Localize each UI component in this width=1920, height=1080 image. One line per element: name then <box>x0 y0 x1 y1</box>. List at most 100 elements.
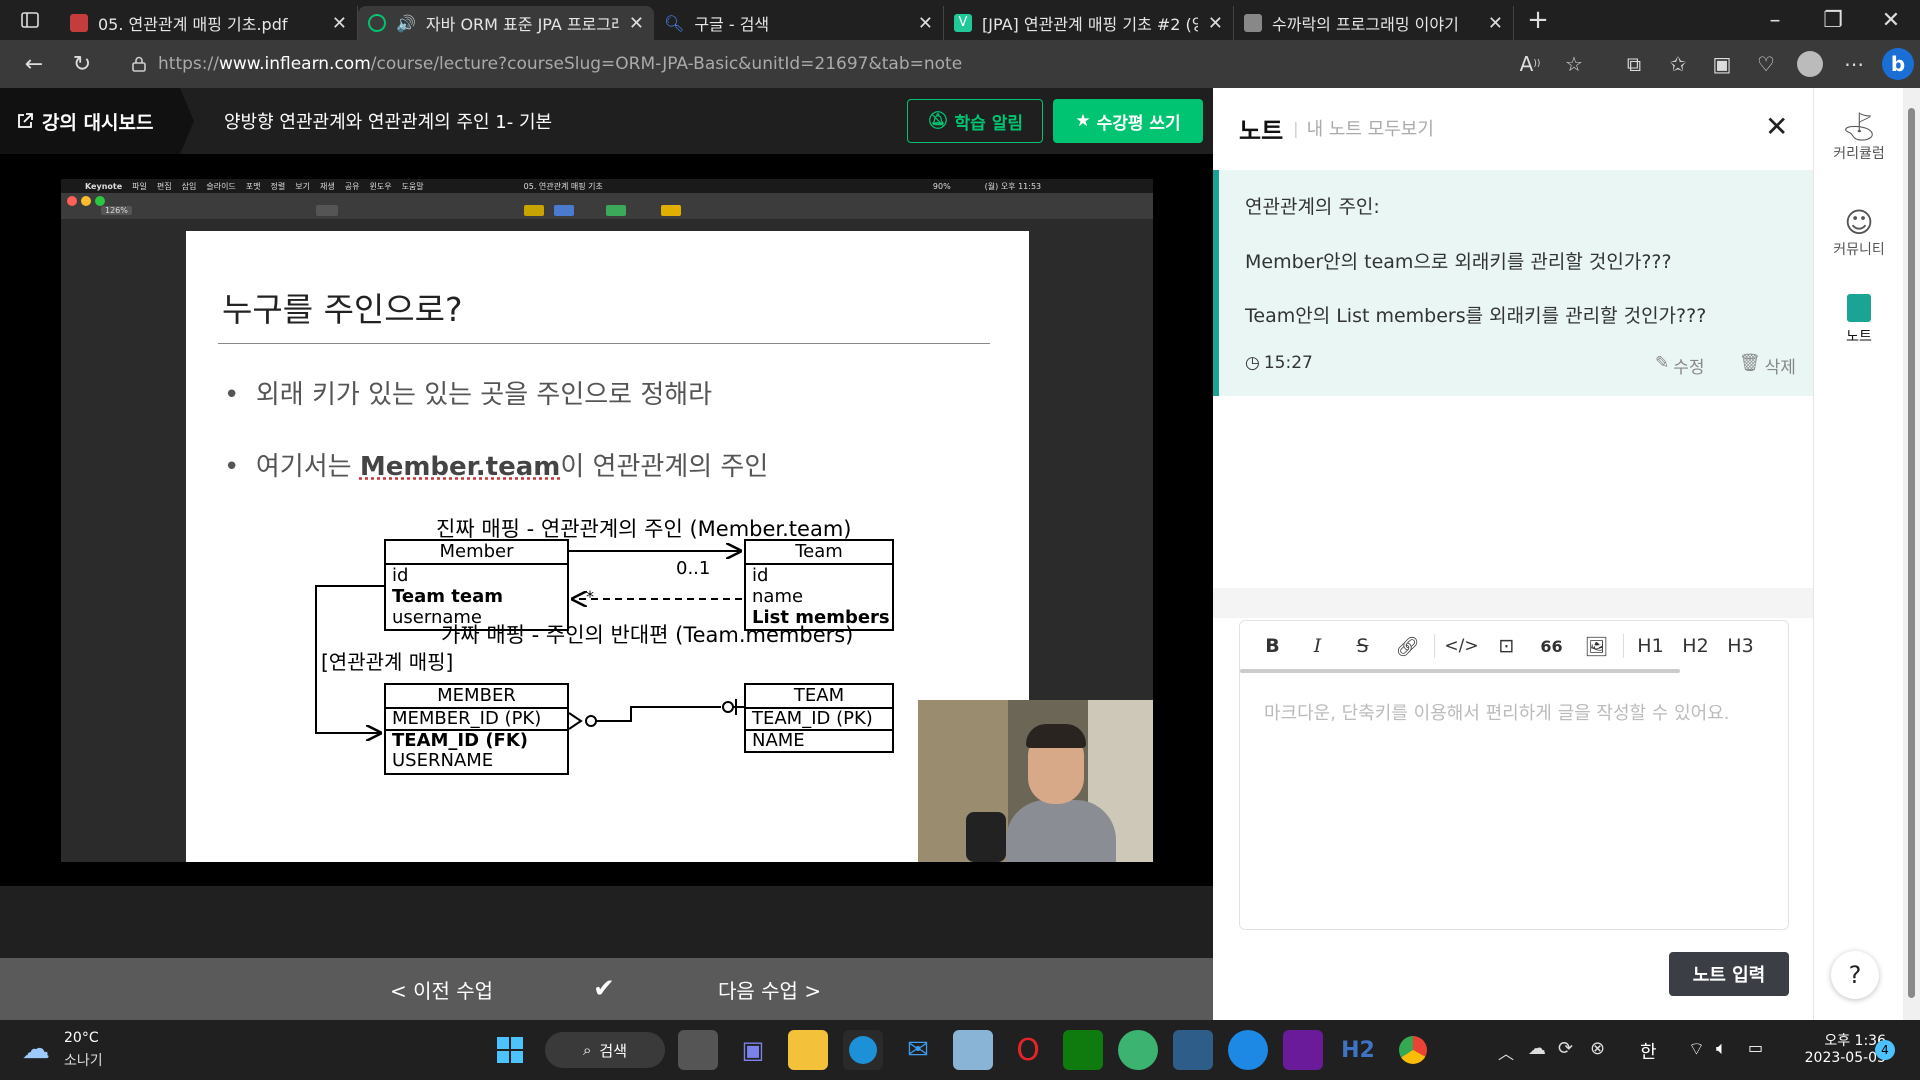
editor-placeholder[interactable]: 마크다운, 단축키를 이용해서 편리하게 글을 작성할 수 있어요. <box>1264 697 1764 731</box>
sync-icon[interactable]: ⟳ <box>1558 1038 1573 1059</box>
h3-button[interactable]: H3 <box>1718 626 1763 666</box>
edit-note-button[interactable]: ✎ 수정 <box>1655 353 1705 378</box>
edge-icon[interactable] <box>843 1030 883 1070</box>
tab-google[interactable]: 🔍︎ 구글 - 검색 ✕ <box>654 6 944 40</box>
cloud-icon[interactable]: ☁ <box>1528 1038 1546 1059</box>
tab-actions-icon[interactable] <box>0 0 60 40</box>
speaker-icon[interactable]: 🔊 <box>396 14 416 33</box>
tab-inflearn[interactable]: 🔊 자바 ORM 표준 JPA 프로그래 ✕ <box>358 6 654 40</box>
divider: | <box>1293 118 1299 138</box>
prev-lesson-button[interactable]: < 이전 수업 <box>390 975 493 1004</box>
refresh-button[interactable]: ↻ <box>58 44 106 84</box>
task-view-icon[interactable] <box>678 1030 718 1070</box>
close-tab-icon[interactable]: ✕ <box>1208 13 1223 34</box>
quote-button[interactable]: 66 <box>1529 626 1574 666</box>
chatgpt-icon[interactable] <box>1118 1030 1158 1070</box>
minimize-button[interactable]: – <box>1746 0 1804 40</box>
strikethrough-button[interactable]: S <box>1340 626 1385 666</box>
h1-button[interactable]: H1 <box>1628 626 1673 666</box>
image-icon[interactable]: 🖼︎ <box>1574 626 1619 666</box>
delete-note-button[interactable]: 🗑︎ 삭제 <box>1739 353 1796 378</box>
submit-note-button[interactable]: 노트 입력 <box>1669 952 1789 996</box>
battery-icon[interactable]: ▭ <box>1748 1038 1763 1057</box>
restore-button[interactable]: ❐ <box>1804 0 1862 40</box>
intellij-icon[interactable] <box>1283 1030 1323 1070</box>
close-tab-icon[interactable]: ✕ <box>1488 13 1503 34</box>
favorites-icon[interactable]: ✩ <box>1656 44 1700 84</box>
clock-date[interactable]: 2023-05-05 <box>1786 1050 1886 1066</box>
code-block-icon[interactable]: ⊡ <box>1484 626 1529 666</box>
tab-velog[interactable]: V [JPA] 연관관계 매핑 기초 #2 (양 ✕ <box>944 6 1234 40</box>
tab-label: 05. 연관관계 매핑 기초.pdf <box>98 15 288 34</box>
tab-label: 수까락의 프로그래밍 이야기 <box>1272 15 1459 34</box>
write-review-label: 수강평 쓰기 <box>1096 113 1181 134</box>
teams-icon[interactable]: ▣ <box>733 1030 773 1070</box>
bing-icon[interactable]: b <box>1876 44 1920 84</box>
close-tab-icon[interactable]: ✕ <box>332 13 347 34</box>
toolbar-scrollbar[interactable] <box>1240 669 1680 673</box>
sidebar-item-curriculum[interactable]: ⛳︎ 커리큘럼 <box>1814 110 1904 163</box>
health-icon[interactable]: ♡ <box>1744 44 1788 84</box>
keynote-menubar: Keynote 파일 편집 삽입 슬라이드 포맷 정렬 보기 재생 공유 윈도우… <box>61 179 1153 193</box>
keynote-menu-item: 보기 <box>295 181 310 191</box>
ime-indicator[interactable]: 한 <box>1640 1038 1657 1064</box>
weather-desc: 소나기 <box>64 1053 103 1069</box>
next-lesson-button[interactable]: 다음 수업 > <box>718 975 821 1004</box>
close-window-button[interactable]: ✕ <box>1862 0 1920 40</box>
note-editor: B I S 🔗︎ </> ⊡ 66 🖼︎ H1 H2 H3 마크다운, 단축키를… <box>1239 620 1789 930</box>
dashboard-link[interactable]: 강의 대시보드 <box>0 88 180 154</box>
clock-time[interactable]: 오후 1:36 <box>1786 1030 1886 1050</box>
paint-icon[interactable] <box>1173 1030 1213 1070</box>
wifi-icon[interactable]: ⌔ <box>1688 1038 1705 1061</box>
notification-badge[interactable]: 4 <box>1875 1040 1895 1060</box>
close-tab-icon[interactable]: ✕ <box>918 13 933 34</box>
page-scrollbar[interactable] <box>1903 88 1920 1020</box>
view-all-notes-link[interactable]: 내 노트 모두보기 <box>1307 115 1434 141</box>
keynote-clock: (월) 오후 11:53 <box>984 181 1042 191</box>
file-explorer-icon[interactable] <box>788 1030 828 1070</box>
close-icon[interactable]: ✕ <box>1765 110 1788 143</box>
photos-icon[interactable] <box>953 1030 993 1070</box>
status-x-icon[interactable]: ⊗ <box>1590 1038 1605 1059</box>
tab-blog[interactable]: 수까락의 프로그래밍 이야기 ✕ <box>1234 6 1514 40</box>
read-aloud-icon[interactable]: A)) <box>1508 44 1552 84</box>
chrome-icon[interactable] <box>1393 1030 1433 1070</box>
address-bar[interactable]: https://www.inflearn.com/course/lecture?… <box>118 46 1378 82</box>
new-tab-button[interactable]: + <box>1514 0 1562 40</box>
opera-icon[interactable]: O <box>1008 1030 1048 1070</box>
weather-icon[interactable]: ☁ <box>22 1032 50 1065</box>
profile-avatar[interactable] <box>1788 44 1832 84</box>
delete-label: 삭제 <box>1764 358 1796 378</box>
collections-icon[interactable]: ▣ <box>1700 44 1744 84</box>
scrollbar-thumb[interactable] <box>1908 108 1915 998</box>
note-timestamp[interactable]: ◷ 15:27 <box>1245 353 1313 373</box>
more-icon[interactable]: ⋯ <box>1832 44 1876 84</box>
complete-check-icon[interactable]: ✔ <box>593 974 615 1004</box>
volume-icon[interactable]: 🔈︎ <box>1716 1038 1727 1059</box>
sidebar-item-label: 노트 <box>1846 329 1872 345</box>
bluetooth-app-icon[interactable] <box>1228 1030 1268 1070</box>
bold-button[interactable]: B <box>1250 626 1295 666</box>
back-button[interactable]: ← <box>10 44 58 84</box>
study-alert-button[interactable]: 🔕︎ 학습 알림 <box>907 99 1043 143</box>
link-icon[interactable]: 🔗︎ <box>1385 626 1430 666</box>
keynote-menu-item: 삽입 <box>181 181 197 191</box>
tab-pdf[interactable]: 05. 연관관계 매핑 기초.pdf ✕ <box>60 6 358 40</box>
tray-overflow-icon[interactable]: ︿ <box>1498 1040 1514 1064</box>
code-button[interactable]: </> <box>1439 626 1484 666</box>
sidebar-item-notes[interactable]: 노트 <box>1814 294 1904 346</box>
tab-label: 자바 ORM 표준 JPA 프로그래 <box>425 15 619 34</box>
h2-database-icon[interactable]: H2 <box>1338 1030 1378 1070</box>
write-review-button[interactable]: ★ 수강평 쓰기 <box>1053 99 1203 143</box>
help-button[interactable]: ? <box>1831 951 1879 999</box>
taskbar-search[interactable]: ⌕ 검색 <box>545 1032 665 1068</box>
start-icon[interactable] <box>490 1030 530 1070</box>
close-tab-icon[interactable]: ✕ <box>629 13 644 34</box>
mail-icon[interactable]: ✉ <box>898 1030 938 1070</box>
h2-button[interactable]: H2 <box>1673 626 1718 666</box>
sidebar-item-community[interactable]: ☺ 커뮤니티 <box>1814 206 1904 259</box>
italic-button[interactable]: I <box>1295 626 1340 666</box>
favorite-add-icon[interactable]: ☆ <box>1552 44 1596 84</box>
extensions-icon[interactable]: ⧉ <box>1612 44 1656 84</box>
xbox-icon[interactable] <box>1063 1030 1103 1070</box>
